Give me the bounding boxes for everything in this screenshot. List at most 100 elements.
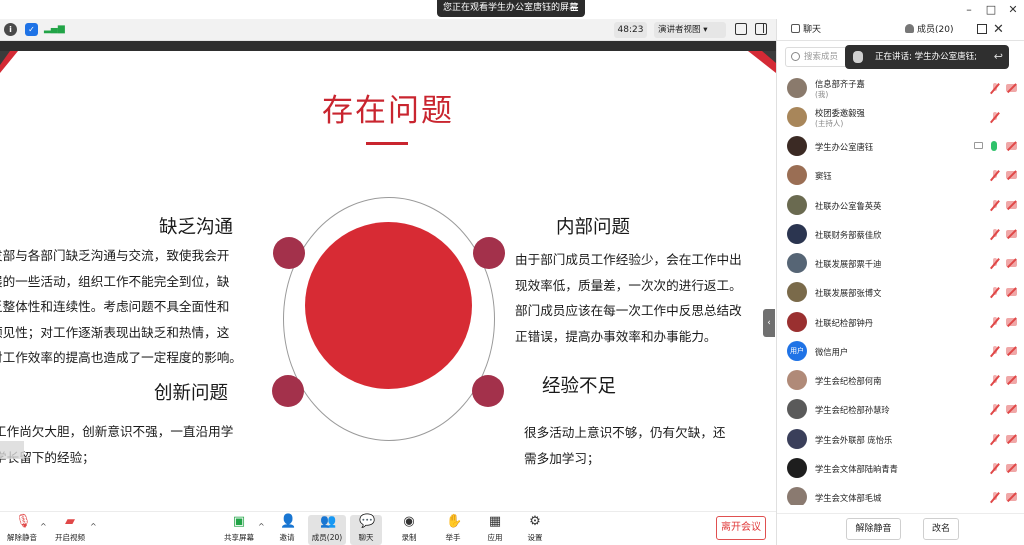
camera-off-icon[interactable] [1006, 171, 1017, 179]
gear-icon: ⚙ [529, 514, 541, 529]
collapse-panel-handle[interactable]: ‹ [763, 309, 775, 337]
camera-off-icon[interactable] [1006, 259, 1017, 267]
section-heading: 缺乏沟通 [159, 217, 234, 238]
mic-muted-icon[interactable] [991, 434, 999, 445]
camera-off-icon[interactable] [1006, 288, 1017, 296]
member-row[interactable]: 社联发展部张博文 [777, 279, 1024, 307]
member-name: 微信用户 [815, 347, 849, 357]
share-screen-button[interactable]: ▣ 共享屏幕 [219, 515, 259, 545]
mic-muted-icon[interactable] [991, 112, 999, 123]
section-heading: 经验不足 [542, 376, 617, 397]
mic-muted-icon[interactable] [991, 346, 999, 357]
mic-off-icon: 🎙 [15, 514, 32, 529]
sidebar-toggle-icon[interactable] [755, 23, 767, 35]
member-row[interactable]: 学生会外联部 庞怡乐 [777, 426, 1024, 454]
mic-muted-icon[interactable] [991, 287, 999, 298]
avatar [787, 165, 807, 185]
minimize-button[interactable]: – [958, 0, 980, 19]
raise-hand-button[interactable]: ✋ 举手 [433, 515, 473, 545]
invite-label: 邀请 [279, 533, 295, 542]
settings-button[interactable]: ⚙ 设置 [515, 515, 555, 545]
mic-muted-icon[interactable] [991, 200, 999, 211]
fullscreen-icon[interactable] [735, 23, 747, 35]
mic-muted-icon[interactable] [991, 170, 999, 181]
mic-muted-icon[interactable] [991, 463, 999, 474]
tab-chat[interactable]: 聊天 [791, 19, 821, 41]
unmute-button[interactable]: 🎙 解除静音 [2, 515, 42, 545]
camera-off-icon[interactable] [1006, 376, 1017, 384]
camera-off-icon[interactable] [1006, 493, 1017, 501]
section-heading: 内部问题 [556, 217, 631, 238]
video-options-chevron-icon[interactable]: ^ [90, 522, 97, 531]
member-row[interactable]: 学生会文体部陆晌青青 [777, 455, 1024, 483]
camera-off-icon[interactable] [1006, 464, 1017, 472]
avatar [787, 458, 807, 478]
mic-muted-icon[interactable] [991, 229, 999, 240]
member-row[interactable]: 社联办公室鲁英英 [777, 192, 1024, 220]
shield-icon[interactable]: ✓ [25, 23, 38, 36]
member-row[interactable]: 学生会纪检部孙慧玲 [777, 396, 1024, 424]
member-row[interactable]: 用户 微信用户 [777, 338, 1024, 366]
member-row[interactable]: 学生办公室唐钰 [777, 133, 1024, 161]
members-button[interactable]: 👥 成员(20) [308, 515, 346, 545]
mic-muted-icon[interactable] [991, 492, 999, 503]
member-row[interactable]: 学生会纪检部何南 [777, 367, 1024, 395]
camera-off-icon[interactable] [1006, 405, 1017, 413]
undo-icon[interactable]: ↩ [994, 45, 1003, 69]
start-video-label: 开启视频 [55, 533, 85, 542]
mic-muted-icon[interactable] [991, 317, 999, 328]
unmute-all-button[interactable]: 解除静音 [846, 518, 901, 540]
mic-muted-icon[interactable] [991, 404, 999, 415]
avatar [787, 224, 807, 244]
record-button[interactable]: ◉ 录制 [389, 515, 429, 545]
mic-muted-icon[interactable] [991, 375, 999, 386]
shared-screen: 存在问题 缺乏沟通 发部与各部门缺乏沟通与交流，致使我会开 展的一些活动，组织工… [0, 41, 776, 511]
meeting-timer: 48:23 [614, 22, 647, 38]
member-row[interactable]: 社联发展部票千迪 [777, 250, 1024, 278]
audio-options-chevron-icon[interactable]: ^ [40, 522, 47, 531]
camera-off-icon[interactable] [1006, 142, 1017, 150]
invite-button[interactable]: 👤 邀请 [267, 515, 307, 545]
view-mode-dropdown[interactable]: 演讲者视图 ▾ [654, 22, 726, 38]
member-row[interactable]: 学生会文体部毛城 [777, 484, 1024, 505]
window-controls: – □ ✕ [958, 0, 1024, 19]
popout-icon[interactable] [977, 24, 987, 34]
close-button[interactable]: ✕ [1002, 0, 1024, 19]
raise-hand-icon: ✋ [446, 514, 463, 529]
screen-share-icon [974, 142, 983, 149]
camera-off-icon[interactable] [1006, 435, 1017, 443]
speaking-indicator: 正在讲话: 学生办公室唐钰; ↩ [845, 45, 1009, 69]
member-row[interactable]: 窦钰 [777, 162, 1024, 190]
member-name: 学生会纪检部何南 [815, 376, 882, 386]
text-line: 由于部门成员工作经验少，会在工作中出 [515, 252, 742, 267]
camera-off-icon[interactable] [1006, 230, 1017, 238]
member-row[interactable]: 社联财务部蔡佳欣 [777, 221, 1024, 249]
mic-active-icon[interactable] [991, 141, 997, 151]
member-row[interactable]: 信息部齐子嘉 (我) [777, 75, 1024, 103]
tab-members[interactable]: 成员(20) [905, 19, 953, 41]
camera-off-icon[interactable] [1006, 201, 1017, 209]
search-placeholder: 搜索成员 [804, 52, 839, 62]
mic-icon [853, 51, 863, 63]
rename-button[interactable]: 改名 [923, 518, 959, 540]
leave-meeting-button[interactable]: 离开会议 [716, 516, 766, 540]
apps-button[interactable]: ▦ 应用 [475, 515, 515, 545]
maximize-button[interactable]: □ [980, 0, 1002, 19]
share-options-chevron-icon[interactable]: ^ [258, 522, 265, 531]
member-row[interactable]: 社联纪检部钟丹 [777, 309, 1024, 337]
camera-off-icon[interactable] [1006, 84, 1017, 92]
chat-button[interactable]: 💬 聊天 [350, 515, 382, 545]
signal-icon[interactable]: ▂▄▆ [44, 23, 65, 36]
close-icon[interactable]: ✕ [993, 19, 1004, 41]
info-icon[interactable]: i [4, 23, 17, 36]
camera-off-icon[interactable] [1006, 318, 1017, 326]
section-text: 工作尚欠大胆，创新意识不强，一直沿用学 学长留下的经验； [0, 419, 233, 470]
text-line: 发部与各部门缺乏沟通与交流，致使我会开 [0, 248, 230, 263]
member-search-input[interactable]: 搜索成员 [785, 47, 849, 67]
menu-icon[interactable]: ☰ [570, 0, 579, 17]
camera-off-icon[interactable] [1006, 347, 1017, 355]
start-video-button[interactable]: ▰ 开启视频 [50, 515, 90, 545]
mic-muted-icon[interactable] [991, 83, 999, 94]
member-row[interactable]: 校团委邀毅强 (主持人) [777, 104, 1024, 132]
mic-muted-icon[interactable] [991, 258, 999, 269]
